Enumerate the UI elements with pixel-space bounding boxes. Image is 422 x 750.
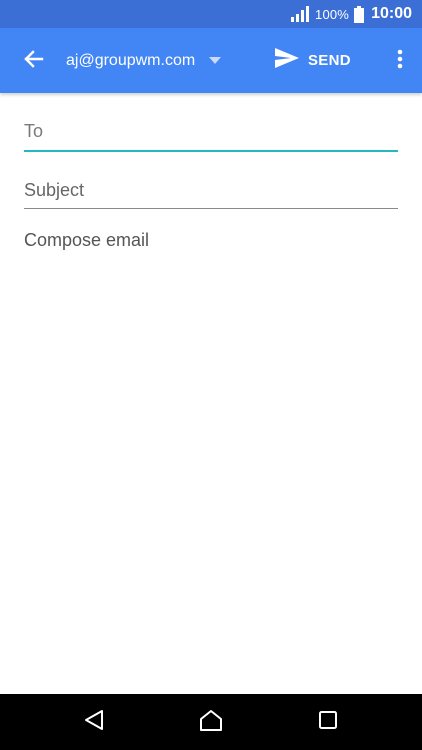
compose-body-container <box>24 228 398 668</box>
battery-percent: 100% <box>315 6 350 22</box>
subject-input[interactable] <box>24 178 398 202</box>
send-button[interactable]: SEND <box>274 28 351 93</box>
to-input[interactable] <box>24 119 398 143</box>
compose-body-input[interactable] <box>24 228 398 668</box>
nav-recents-button[interactable] <box>298 694 358 750</box>
clock: 10:00 <box>371 5 412 22</box>
signal-icon <box>290 6 310 22</box>
status-indicators: 100% 10:00 <box>290 0 412 28</box>
subject-field-container <box>24 167 398 209</box>
app-bar: aj@groupwm.com SEND <box>0 28 422 93</box>
chevron-down-icon <box>209 57 222 64</box>
account-email: aj@groupwm.com <box>66 51 196 69</box>
arrow-back-icon <box>22 48 44 75</box>
nav-back-icon <box>84 709 104 736</box>
overflow-menu-button[interactable] <box>386 40 414 82</box>
system-nav-bar <box>0 694 422 750</box>
send-label: SEND <box>308 52 351 69</box>
nav-back-button[interactable] <box>64 694 124 750</box>
to-field-container <box>24 108 398 152</box>
nav-home-button[interactable] <box>181 694 241 750</box>
nav-home-icon <box>199 709 223 736</box>
status-bar: 100% 10:00 <box>0 0 422 28</box>
more-vert-icon <box>397 49 403 74</box>
back-button[interactable] <box>12 40 54 82</box>
nav-recents-icon <box>318 710 338 735</box>
battery-icon <box>354 5 365 23</box>
account-selector[interactable]: aj@groupwm.com <box>66 28 222 93</box>
send-icon <box>274 47 300 74</box>
